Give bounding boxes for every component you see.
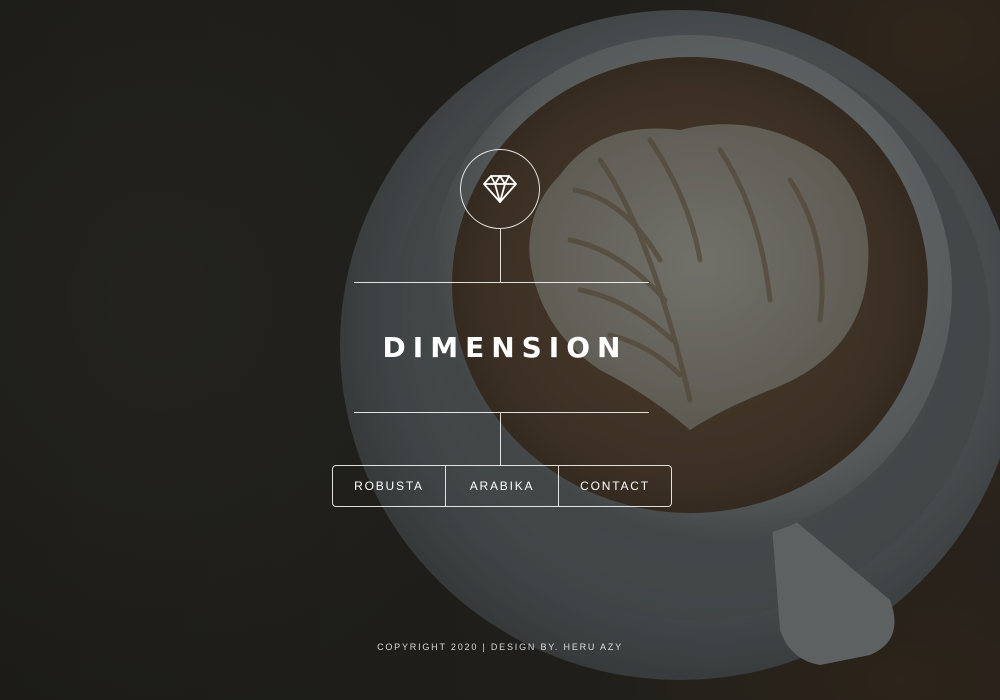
site-title: DIMENSION xyxy=(382,331,628,364)
divider-bottom xyxy=(354,412,649,413)
nav-item-contact[interactable]: CONTACT xyxy=(558,466,671,506)
nav-item-arabika[interactable]: ARABIKA xyxy=(445,466,558,506)
footer-copyright: COPYRIGHT 2020 | DESIGN BY. HERU AZY xyxy=(377,642,623,652)
divider-top xyxy=(354,282,649,283)
main-nav: ROBUSTA ARABIKA CONTACT xyxy=(332,465,672,507)
page: DIMENSION ROBUSTA ARABIKA CONTACT COPYRI… xyxy=(0,0,1000,700)
connector-line-bottom xyxy=(500,413,501,466)
nav-item-robusta[interactable]: ROBUSTA xyxy=(333,466,445,506)
connector-line-top xyxy=(500,229,501,282)
site-header: DIMENSION ROBUSTA ARABIKA CONTACT xyxy=(0,0,1000,700)
diamond-icon xyxy=(483,174,517,204)
logo xyxy=(460,149,540,229)
